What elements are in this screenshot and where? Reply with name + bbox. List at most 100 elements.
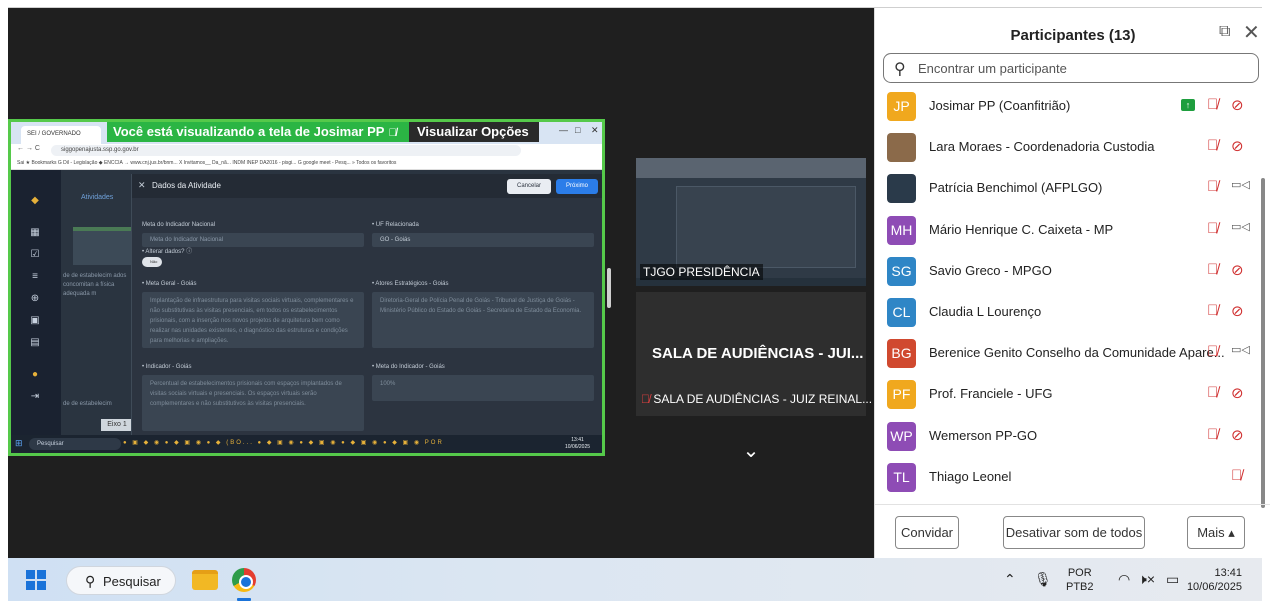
chrome-icon[interactable] <box>232 568 256 592</box>
volume-muted-icon[interactable]: 🕨× <box>1138 571 1155 588</box>
mic-muted-icon[interactable]: 🎙̸ <box>1207 384 1218 401</box>
alterar-label: • Alterar dados? ⓘ <box>142 249 193 255</box>
maximize-icon[interactable]: □ <box>575 125 580 135</box>
meta-nacional-input[interactable]: Meta do Indicador Nacional <box>142 233 364 247</box>
scrollbar[interactable] <box>1261 178 1265 508</box>
participant-row[interactable]: BG Berenice Genito Conselho da Comunidade… <box>875 333 1263 374</box>
meta-geral-text[interactable]: Implantação de infraestrutura para visit… <box>142 292 364 348</box>
shared-taskbar: ⊞ Pesquisar ● ▣ ◆ ◉ ● ◆ ▣ ◉ ● ◆ (BO... ●… <box>11 435 602 453</box>
shared-taskbar-search[interactable]: Pesquisar <box>29 438 121 450</box>
participant-name: Josimar PP (Coanfitrião) <box>929 98 1071 113</box>
participant-row[interactable]: TL Thiago Leonel 🎙̸ <box>875 457 1263 498</box>
popout-icon[interactable]: ⧉ <box>1219 23 1230 41</box>
invite-button[interactable]: Convidar <box>895 516 959 549</box>
mic-muted-icon: 🎙̸ <box>641 392 650 406</box>
language-indicator[interactable]: POR PTB2 <box>1066 566 1094 594</box>
os-search-box[interactable]: ⚲ Pesquisar <box>66 566 176 595</box>
camera-off-icon[interactable]: ⊘ <box>1231 302 1244 320</box>
meta-indicador-label: • Meta do Indicador - Goiás <box>372 364 445 370</box>
share-banner-text: Você está visualizando a tela de Josimar… <box>113 124 385 139</box>
uf-label: • UF Relacionada <box>372 222 419 228</box>
participant-search[interactable]: ⚲ <box>883 53 1259 83</box>
more-button[interactable]: Mais ▴ <box>1187 516 1245 549</box>
mic-muted-icon[interactable]: 🎙̸ <box>1207 96 1218 113</box>
close-icon[interactable]: ✕ <box>1243 20 1260 45</box>
participant-row[interactable]: PF Prof. Franciele - UFG 🎙̸ ⊘ <box>875 374 1263 415</box>
camera-off-icon[interactable]: ⊘ <box>1231 96 1244 114</box>
camera-off-icon[interactable]: ⊘ <box>1231 261 1244 279</box>
avatar: PF <box>887 380 916 410</box>
participants-panel: Participantes (13) ⧉ ✕ ⚲ JP Josimar PP (C… <box>874 8 1270 558</box>
participant-row[interactable]: Lara Moraes - Coordenadoria Custodia 🎙̸ ⊘ <box>875 127 1263 168</box>
alterar-toggle[interactable]: Não <box>142 257 162 267</box>
app-sidebar: ◆ ▦ ☑ ≡ ⊕ ▣ ▤ ● ⇥ <box>11 170 61 435</box>
chart-icon[interactable]: ▤ <box>29 338 41 348</box>
file-explorer-icon[interactable] <box>192 570 218 590</box>
mic-muted-icon[interactable]: 🎙̸ <box>1207 178 1218 195</box>
avatar: TL <box>887 462 916 492</box>
participant-row[interactable]: WP Wemerson PP-GO 🎙̸ ⊘ <box>875 416 1263 457</box>
mic-muted-icon[interactable]: 🎙̸ <box>1207 220 1218 237</box>
participant-row[interactable]: MH Mário Henrique C. Caixeta - MP 🎙̸ ▭◁ <box>875 210 1263 251</box>
uf-select[interactable]: GO - Goiás <box>372 233 594 247</box>
avatar <box>887 133 916 163</box>
os-date: 10/06/2025 <box>1186 581 1242 593</box>
mic-muted-icon[interactable]: 🎙̸ <box>1207 261 1218 278</box>
windows-start-icon[interactable] <box>26 570 46 590</box>
meta-indicador-text[interactable]: 100% <box>372 375 594 401</box>
camera-off-icon[interactable]: ⊘ <box>1231 426 1244 444</box>
url-field[interactable]: siggopenajusta.ssp.go.gov.br <box>51 145 521 156</box>
participant-row[interactable]: SG Savio Greco - MPGO 🎙̸ ⊘ <box>875 251 1263 292</box>
mic-icon[interactable]: 🎙 <box>1034 571 1052 588</box>
indicador-text[interactable]: Percentual de estabelecimentos prisionai… <box>142 375 364 431</box>
participant-row[interactable]: Patrícia Benchimol (AFPLGO) 🎙̸ ▭◁ <box>875 168 1263 209</box>
tab-atividades[interactable]: Atividades <box>81 194 113 201</box>
avatar: WP <box>887 421 916 451</box>
camera-off-icon[interactable]: ⊘ <box>1231 137 1244 155</box>
chevron-down-icon[interactable]: ⌄ <box>741 438 761 463</box>
back-icon[interactable]: ← → C <box>17 145 40 152</box>
mute-all-button[interactable]: Desativar som de todos <box>1003 516 1145 549</box>
chevron-up-icon[interactable]: ⌃ <box>1004 571 1016 588</box>
footer-divider <box>875 504 1270 505</box>
resize-handle[interactable] <box>607 268 611 308</box>
user-avatar-icon[interactable]: ● <box>29 370 41 380</box>
plus-circle-icon[interactable]: ⊕ <box>29 294 41 304</box>
wifi-icon[interactable]: ◠ <box>1118 571 1130 588</box>
bookmarks-bar: Sai ★ Bookmarks G Dil - Legislação ◆ ENC… <box>11 157 602 170</box>
camera-icon[interactable]: ▭◁ <box>1231 178 1250 191</box>
search-input[interactable] <box>918 58 1248 78</box>
cancel-button[interactable]: Cancelar <box>507 179 551 194</box>
camera-icon[interactable]: ▭◁ <box>1231 220 1250 233</box>
camera-off-icon[interactable]: ⊘ <box>1231 384 1244 402</box>
list-icon[interactable]: ≡ <box>29 272 41 282</box>
atores-text[interactable]: Diretoria-Geral de Polícia Penal de Goiá… <box>372 292 594 348</box>
check-icon[interactable]: ☑ <box>29 250 41 260</box>
avatar: JP <box>887 92 916 121</box>
meta-nacional-label: Meta do Indicador Nacional <box>142 222 216 228</box>
browser-tab[interactable]: SEI / GOVERNADO <box>21 126 101 144</box>
participant-row[interactable]: CL Claudia L Lourenço 🎙̸ ⊘ <box>875 292 1263 333</box>
mic-muted-icon[interactable]: 🎙̸ <box>1207 343 1218 360</box>
logout-icon[interactable]: ⇥ <box>29 392 41 402</box>
shared-screen[interactable]: SEI / GOVERNADO — □ ✕ ← → C siggopenajus… <box>8 119 605 456</box>
minimize-icon[interactable]: — <box>559 125 568 135</box>
eixo-tab[interactable]: Eixo 1 <box>101 419 133 431</box>
view-options-button[interactable]: Visualizar Opções <box>409 122 539 142</box>
close-icon[interactable]: ✕ <box>138 180 146 191</box>
doc-icon[interactable]: ▣ <box>29 316 41 326</box>
mic-muted-icon[interactable]: 🎙̸ <box>1207 137 1218 154</box>
mic-muted-icon[interactable]: 🎙̸ <box>1231 467 1242 484</box>
participant-tile-tjgo[interactable]: TJGO PRESIDÊNCIA <box>636 158 866 286</box>
os-clock[interactable]: 13:41 10/06/2025 <box>1186 566 1242 594</box>
participant-row[interactable]: JP Josimar PP (Coanfitrião) ↑ 🎙̸ ⊘ <box>875 86 1263 127</box>
grid-icon[interactable]: ▦ <box>29 228 41 238</box>
start-icon[interactable]: ⊞ <box>15 438 23 449</box>
camera-icon[interactable]: ▭◁ <box>1231 343 1250 356</box>
close-window-icon[interactable]: ✕ <box>591 125 599 136</box>
next-button[interactable]: Próximo <box>556 179 598 194</box>
mic-muted-icon[interactable]: 🎙̸ <box>1207 426 1218 443</box>
mic-muted-icon[interactable]: 🎙̸ <box>1207 302 1218 319</box>
shared-taskbar-icons: ● ▣ ◆ ◉ ● ◆ ▣ ◉ ● ◆ (BO... ● ◆ ▣ ◉ ● ◆ ▣… <box>123 440 444 446</box>
battery-icon[interactable]: ▭ <box>1166 571 1179 588</box>
